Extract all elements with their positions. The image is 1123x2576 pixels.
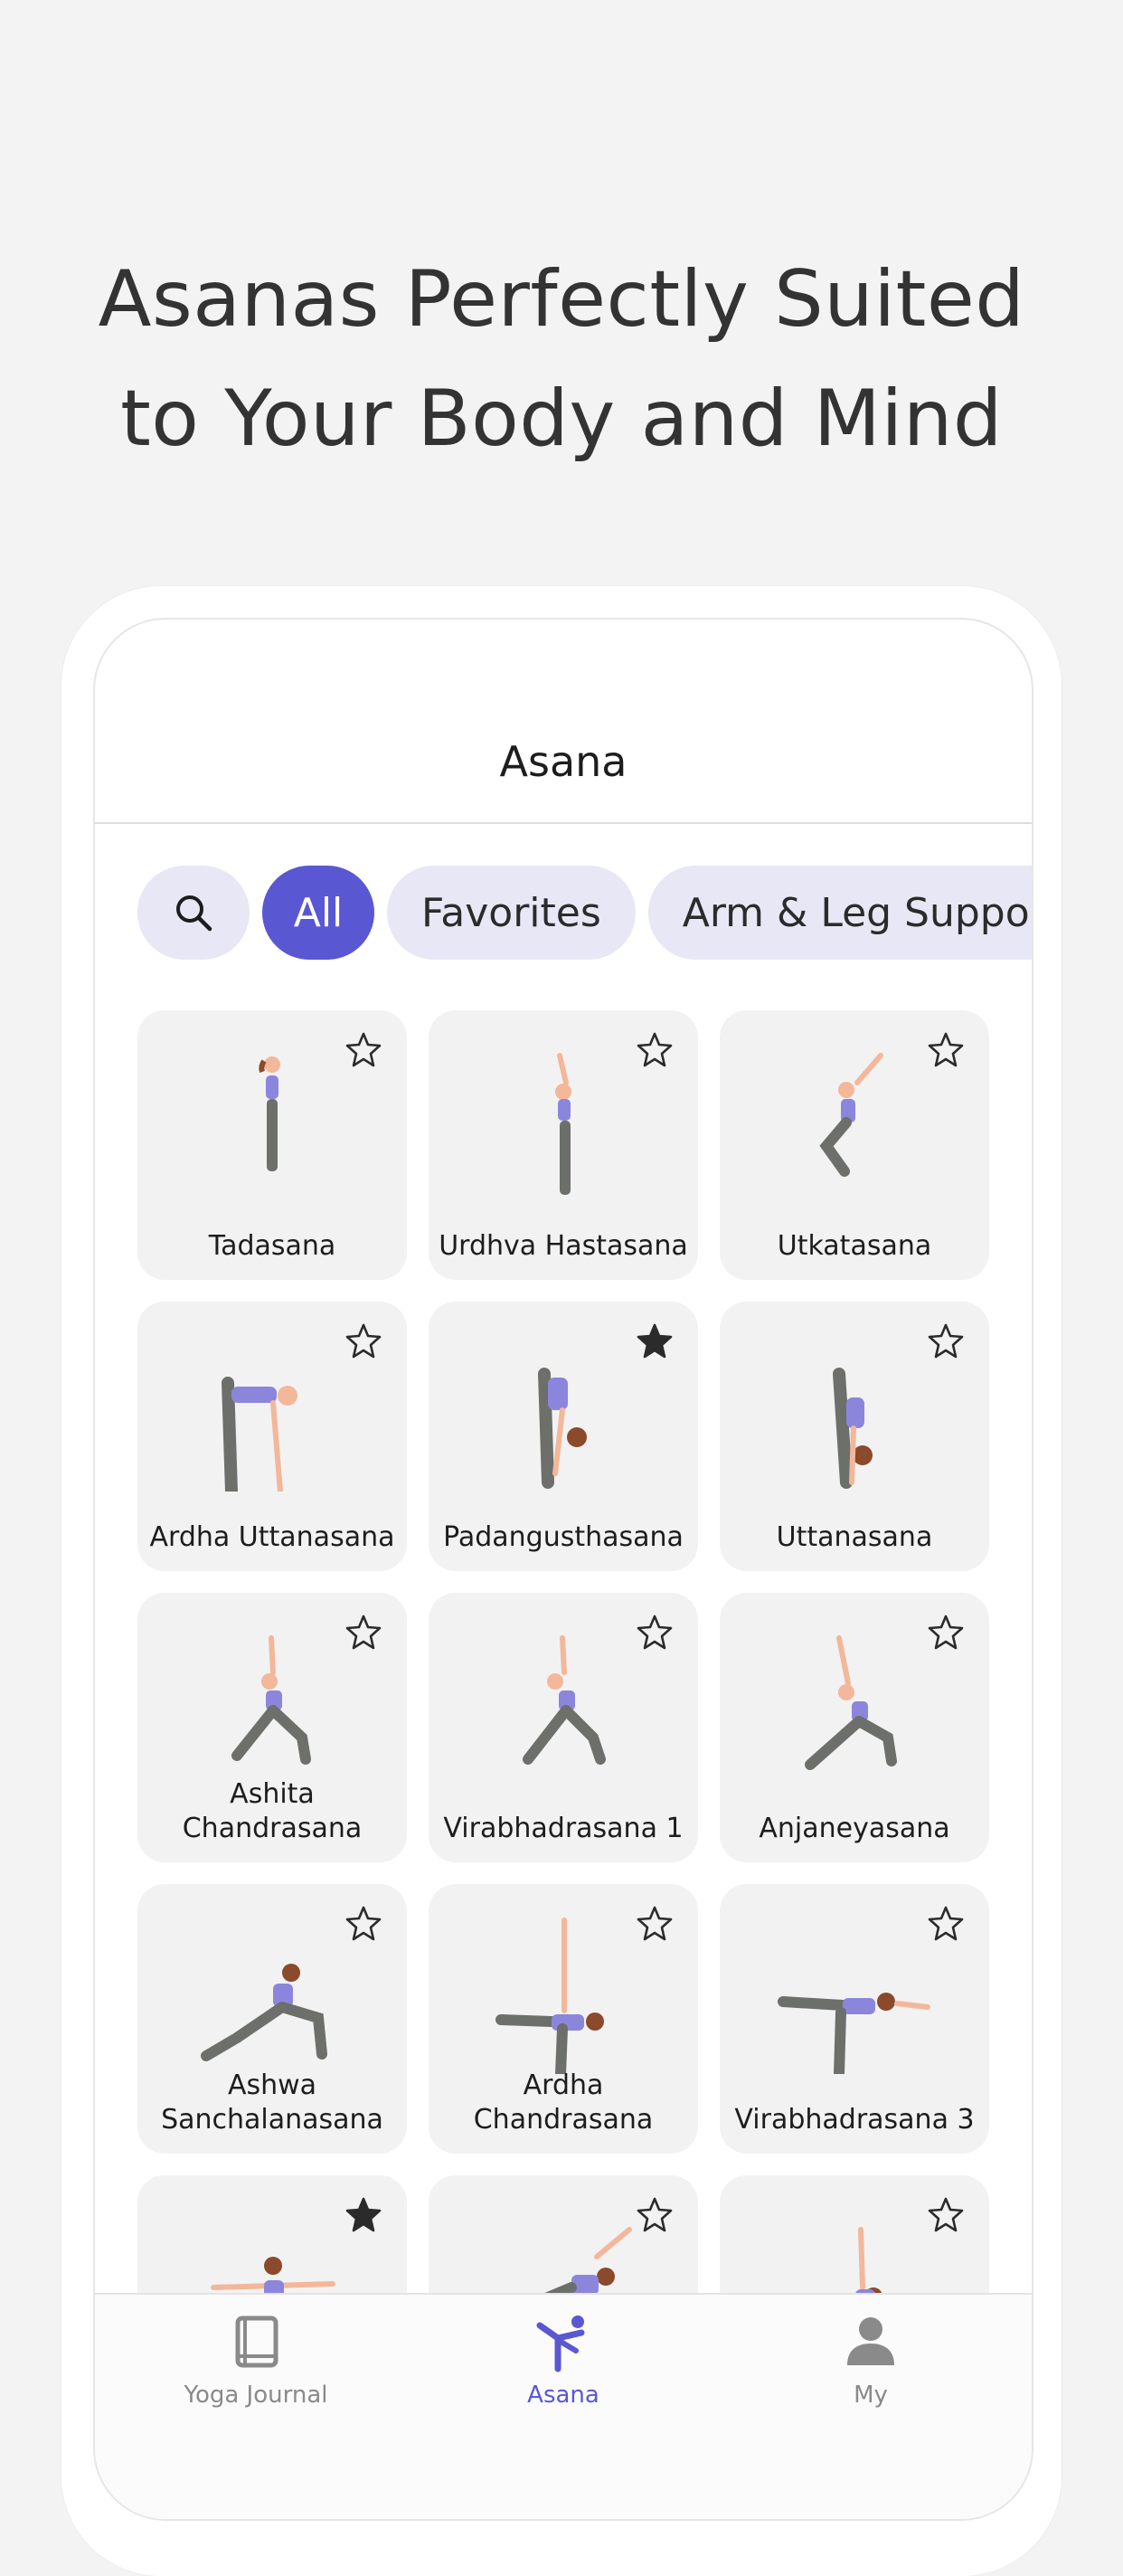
pose-illustration (222, 1377, 297, 1492)
pose-card-tadasana[interactable]: Tadasana (137, 1010, 407, 1280)
pose-card-ashwa-sanchalanasana[interactable]: Ashwa Sanchalanasana (137, 1884, 407, 2154)
pose-card-ardha-chandrasana[interactable]: Ardha Chandrasana (429, 1884, 698, 2154)
filter-chip-all[interactable]: All (262, 866, 374, 960)
pose-name: Anjaneyasana (759, 1813, 950, 1844)
book-icon (235, 2316, 278, 2368)
pose-card-urdhva-hastasana[interactable]: Urdhva Hastasana (429, 1010, 698, 1280)
filter-chips: All Favorites Arm & Leg Support (137, 866, 1032, 960)
pose-illustration (819, 1053, 883, 1177)
user-icon (847, 2317, 894, 2365)
pose-card-utkatasana[interactable]: Utkatasana (720, 1010, 989, 1280)
pose-name: Ashwa Sanchalanasana (161, 2069, 383, 2136)
tab-label-my: My (854, 2382, 888, 2409)
filter-chip-favorites[interactable]: Favorites (387, 866, 636, 960)
pose-illustration (555, 1053, 571, 1195)
title-divider (95, 822, 1032, 824)
pose-illustration (259, 1056, 280, 1171)
pose-name: Ashita Chandrasana (182, 1778, 363, 1844)
search-button[interactable] (137, 866, 250, 960)
bottom-tab-bar: Yoga Journal Asana My (95, 2293, 1032, 2519)
pose-name: Tadasana (208, 1230, 336, 1262)
pose-card-virabhadrasana-1[interactable]: Virabhadrasana 1 (429, 1593, 698, 1862)
pose-name: Utkatasana (777, 1230, 932, 1262)
pose-card-ashita-chandrasana[interactable]: Ashita Chandrasana (137, 1593, 407, 1862)
pose-name: Urdhva Hastasana (439, 1230, 688, 1262)
pose-card-uttanasana[interactable]: Uttanasana (720, 1302, 989, 1571)
pose-name: Uttanasana (776, 1521, 933, 1553)
pose-name: Ardha Chandrasana (473, 2069, 654, 2136)
tab-label-asana: Asana (527, 2382, 599, 2409)
page-title: Asana (499, 737, 628, 786)
pose-name: Padangusthasana (443, 1521, 684, 1553)
pose-card-ardha-uttanasana[interactable]: Ardha Uttanasana (137, 1302, 407, 1571)
tab-my[interactable]: My (735, 2309, 1006, 2409)
headline: Asanas Perfectly Suited to Your Body and… (0, 240, 1123, 478)
yoga-pose-icon (536, 2316, 585, 2372)
phone-screen: Asana All Favorites Arm & Leg Support Ta… (93, 618, 1033, 2521)
search-icon (176, 895, 212, 932)
pose-grid: Tadasana Urdhva Hastasana Utkatasana Ard… (137, 1010, 989, 2445)
pose-illustration (778, 1993, 930, 2074)
headline-line-1: Asanas Perfectly Suited (98, 254, 1025, 345)
pose-illustration (495, 1918, 604, 2074)
pose-illustration (833, 1368, 873, 1489)
pose-card-virabhadrasana-3[interactable]: Virabhadrasana 3 (720, 1884, 989, 2154)
headline-line-2: to Your Body and Mind (120, 374, 1003, 464)
tab-yoga-journal[interactable]: Yoga Journal (120, 2309, 392, 2409)
pose-illustration (231, 1635, 311, 1765)
filter-chip-arm-leg-support[interactable]: Arm & Leg Support (647, 866, 1032, 960)
tab-asana[interactable]: Asana (428, 2309, 699, 2409)
pose-name: Virabhadrasana 3 (734, 2104, 975, 2136)
pose-card-anjaneyasana[interactable]: Anjaneyasana (720, 1593, 989, 1862)
pose-illustration (538, 1368, 587, 1489)
pose-illustration (201, 1964, 327, 2061)
pose-card-padangusthasana[interactable]: Padangusthasana (429, 1302, 698, 1571)
tab-label-yoga-journal: Yoga Journal (184, 2382, 328, 2409)
pose-name: Ardha Uttanasana (149, 1521, 395, 1553)
pose-illustration (805, 1635, 897, 1770)
pose-illustration (523, 1635, 606, 1765)
pose-name: Virabhadrasana 1 (443, 1813, 684, 1844)
